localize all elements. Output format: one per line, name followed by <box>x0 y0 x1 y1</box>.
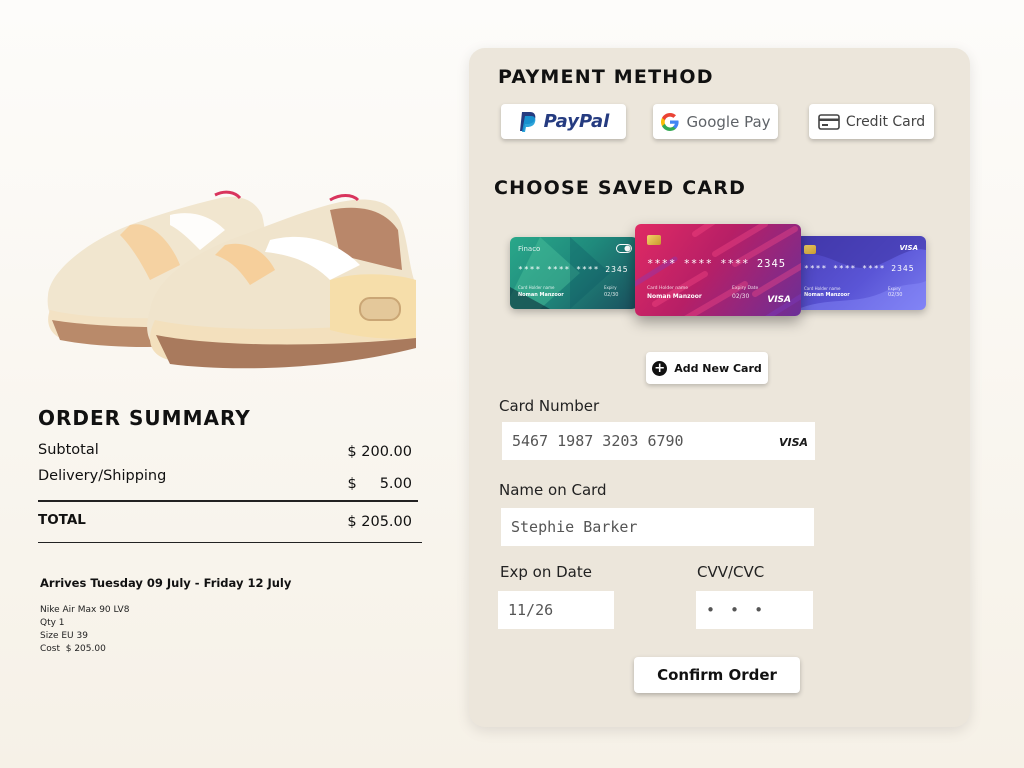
card-chip <box>804 245 816 254</box>
google-g-icon <box>661 112 680 131</box>
credit-card-icon <box>818 113 840 130</box>
shipping-value: $ 5.00 <box>347 476 412 492</box>
visa-logo: VISA <box>779 436 809 449</box>
product-cost: Cost $ 205.00 <box>40 644 106 654</box>
total-value: $ 205.00 <box>347 513 412 530</box>
credit-card-label: Credit Card <box>845 113 926 130</box>
order-summary: ORDER SUMMARY Subtotal $ 200.00 Delivery… <box>38 406 422 543</box>
credit-card-button[interactable]: Credit Card <box>809 104 934 139</box>
name-on-card-field[interactable] <box>501 508 814 546</box>
card-number: **** **** **** 2345 <box>647 258 787 270</box>
plus-icon: + <box>652 360 668 376</box>
product-image <box>30 170 430 380</box>
name-on-card-label: Name on Card <box>499 481 607 499</box>
subtotal-value: $ 200.00 <box>347 444 412 460</box>
card-chip <box>647 235 661 245</box>
product-details: Nike Air Max 90 LV8 Qty 1 Size EU 39 Cos… <box>40 604 129 656</box>
subtotal-row: Subtotal $ 200.00 <box>38 442 422 468</box>
shipping-label: Delivery/Shipping <box>38 468 167 484</box>
card-number-label: Card Number <box>499 397 600 415</box>
saved-card-visa-purple[interactable]: VISA **** **** **** 2345 Card Holder nam… <box>796 236 926 310</box>
cvv-label: CVV/CVC <box>697 563 765 581</box>
paypal-button[interactable]: PayPal <box>501 104 626 139</box>
total-row: TOTAL $ 205.00 <box>38 512 422 538</box>
toggle-icon <box>616 244 632 253</box>
arrival-info: Arrives Tuesday 09 July - Friday 12 July <box>40 576 292 590</box>
product-name: Nike Air Max 90 LV8 <box>40 605 130 615</box>
card-visa-brand: VISA <box>767 295 791 305</box>
card-holder-label: Card Holder name <box>518 285 555 290</box>
card-expiry-label: Expiry <box>888 286 901 291</box>
paypal-icon <box>519 111 535 132</box>
card-holder-label: Card Holder name <box>804 286 841 291</box>
card-number-field[interactable] <box>502 422 815 460</box>
card-number: **** **** **** 2345 <box>804 264 915 273</box>
paypal-label: PayPal <box>543 111 610 132</box>
exp-date-label: Exp on Date <box>500 563 592 581</box>
product-size: Size EU 39 <box>40 631 88 641</box>
card-expiry: 02/30 <box>732 293 750 300</box>
google-pay-label: Google Pay <box>686 112 771 131</box>
card-expiry: 02/30 <box>604 292 619 298</box>
order-summary-title: ORDER SUMMARY <box>38 406 251 430</box>
card-holder: Noman Manzoor <box>518 292 564 298</box>
product-qty: Qty 1 <box>40 618 65 628</box>
card-brand: VISA <box>899 244 918 252</box>
subtotal-label: Subtotal <box>38 442 99 458</box>
card-holder: Noman Manzoor <box>647 293 702 300</box>
shipping-row: Delivery/Shipping $ 5.00 <box>38 468 422 494</box>
saved-card-finaco[interactable]: Finaco **** **** **** 2345 Card Holder n… <box>510 237 638 309</box>
card-expiry: 02/30 <box>888 292 903 298</box>
add-new-card-label: Add New Card <box>674 361 762 375</box>
card-holder: Noman Manzoor <box>804 292 850 298</box>
card-number: **** **** **** 2345 <box>518 265 629 274</box>
payment-method-title: PAYMENT METHOD <box>498 66 714 88</box>
total-label: TOTAL <box>38 511 86 528</box>
summary-divider <box>38 500 418 502</box>
google-pay-button[interactable]: Google Pay <box>653 104 778 139</box>
card-brand: Finaco <box>518 245 541 253</box>
card-holder-label: Card Holder name <box>647 286 689 291</box>
total-divider <box>38 541 422 543</box>
add-new-card-button[interactable]: + Add New Card <box>646 352 768 384</box>
card-expiry-label: Expiry <box>604 285 617 290</box>
saved-card-visa-selected[interactable]: **** **** **** 2345 Card Holder name Nom… <box>635 224 801 316</box>
card-expiry-label: Expiry Date <box>732 286 759 291</box>
choose-saved-card-title: CHOOSE SAVED CARD <box>494 177 747 199</box>
exp-date-field[interactable] <box>498 591 614 629</box>
payment-panel: PAYMENT METHOD PayPal Google Pay Credit … <box>469 48 970 727</box>
confirm-order-button[interactable]: Confirm Order <box>634 657 800 693</box>
cvv-field[interactable] <box>696 591 813 629</box>
